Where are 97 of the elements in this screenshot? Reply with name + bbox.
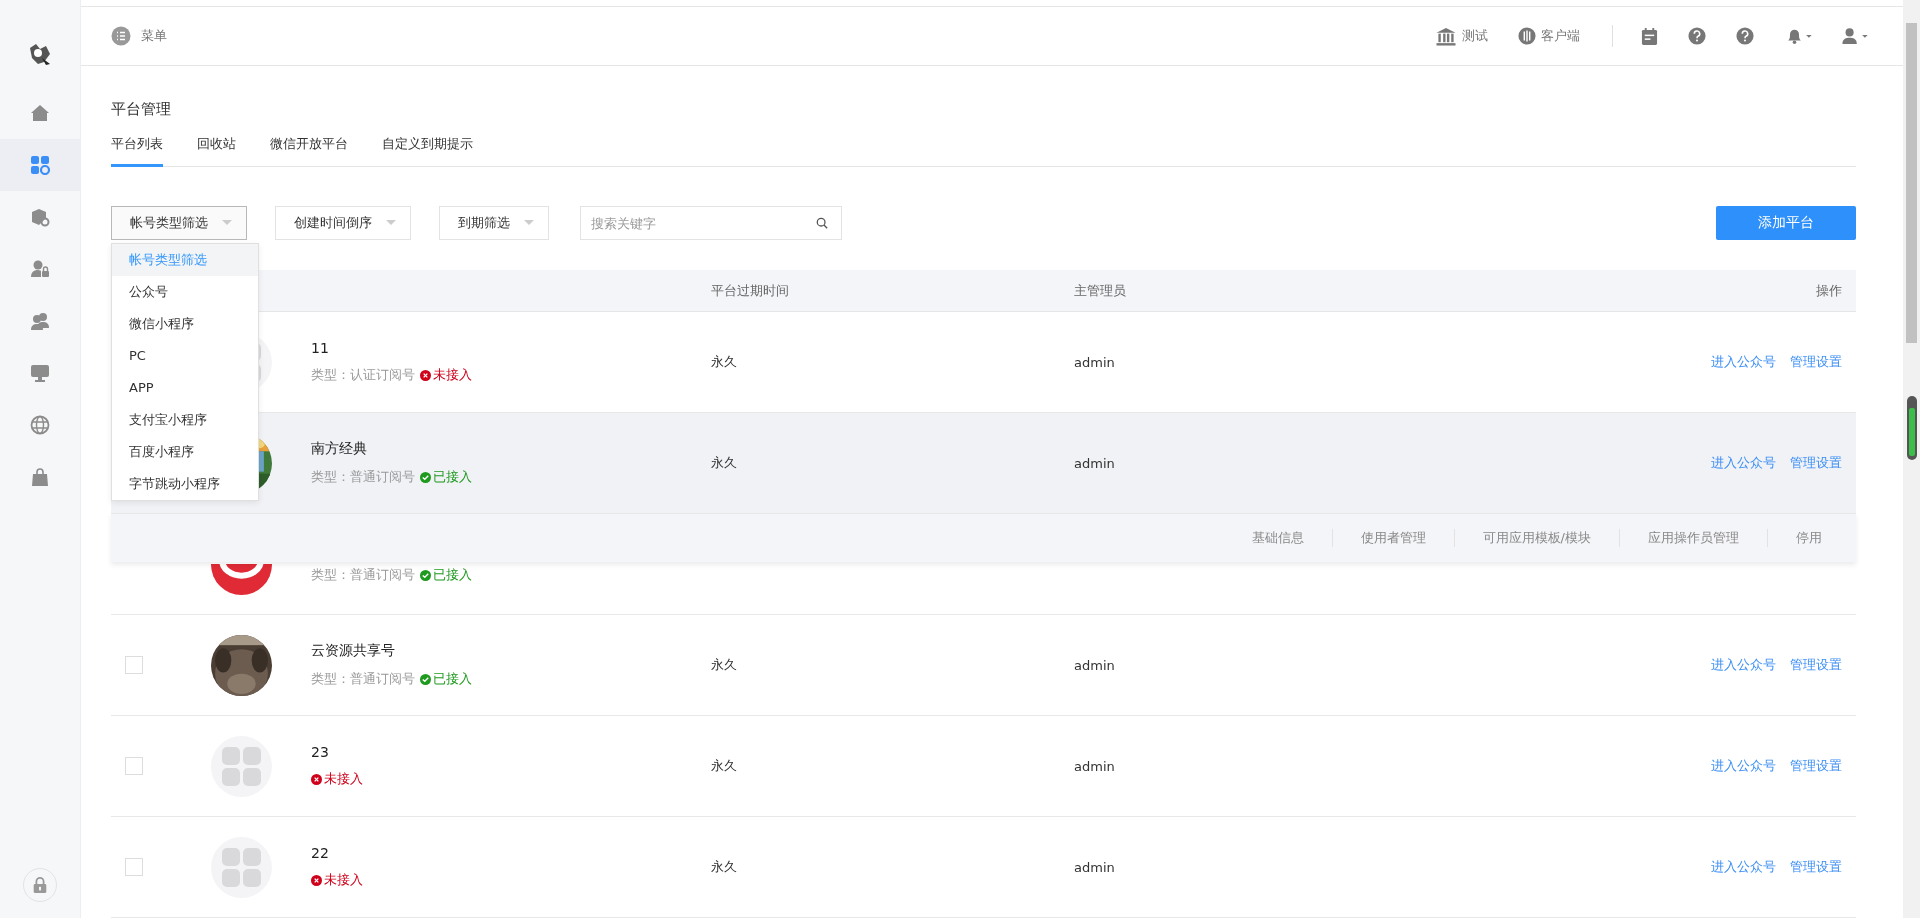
platform-type: 类型：认证订阅号 xyxy=(311,366,415,384)
table-cell: 永久 xyxy=(711,657,737,672)
monitor-icon xyxy=(30,363,50,383)
client-icon xyxy=(1518,27,1536,45)
action-link[interactable]: 进入公众号 xyxy=(1711,757,1776,775)
checkbox[interactable] xyxy=(125,858,143,876)
tab[interactable]: 微信开放平台 xyxy=(270,135,348,167)
user-icon[interactable] xyxy=(1840,27,1870,45)
connection-status: 已接入 xyxy=(420,670,472,688)
dropdown-option[interactable]: 公众号 xyxy=(112,276,258,308)
apps-gear-icon xyxy=(30,155,50,175)
connection-status: 未接入 xyxy=(420,366,472,384)
platform-name: 23 xyxy=(311,744,330,760)
table-cell: admin xyxy=(1074,354,1115,370)
globe-icon xyxy=(30,415,50,435)
caret-icon xyxy=(386,220,396,226)
table-cell: 永久 xyxy=(711,455,737,470)
action-link[interactable]: 管理设置 xyxy=(1790,353,1842,371)
home-icon xyxy=(30,103,50,123)
top-link[interactable]: 测试 xyxy=(1435,26,1488,46)
platform-name: 云资源共享号 xyxy=(311,642,396,660)
search-icon xyxy=(816,217,828,229)
error-icon xyxy=(420,369,431,381)
column-header: 操作 xyxy=(1816,281,1843,300)
table-cell: admin xyxy=(1074,455,1115,471)
lock-button[interactable] xyxy=(23,868,57,902)
check-icon xyxy=(420,569,431,581)
action-link[interactable]: 进入公众号 xyxy=(1711,858,1776,876)
menu-button[interactable]: 菜单 xyxy=(111,26,167,46)
search-field[interactable]: 搜索关键字 xyxy=(580,206,842,240)
scrollbar-thumb[interactable] xyxy=(1906,23,1917,343)
table-cell: admin xyxy=(1074,859,1115,875)
help-icon[interactable] xyxy=(1688,27,1706,45)
action-link[interactable]: 进入公众号 xyxy=(1711,454,1776,472)
dropdown-option[interactable]: 字节跳动小程序 xyxy=(112,468,258,500)
dropdown-option[interactable]: 百度小程序 xyxy=(112,436,258,468)
action-link[interactable]: 管理设置 xyxy=(1790,757,1842,775)
shopping-bag-icon xyxy=(30,467,50,487)
platform-name: 11 xyxy=(311,340,330,356)
row-action[interactable]: 使用者管理 xyxy=(1331,529,1454,547)
check-icon xyxy=(420,471,431,483)
help-icon[interactable] xyxy=(1736,27,1754,45)
connection-status: 已接入 xyxy=(420,566,472,584)
tab[interactable]: 平台列表 xyxy=(111,135,163,167)
user-lock-icon xyxy=(30,259,50,279)
calendar-icon[interactable] xyxy=(1641,26,1658,46)
connection-status: 已接入 xyxy=(420,468,472,486)
error-icon xyxy=(311,874,322,886)
row-action[interactable]: 停用 xyxy=(1767,529,1850,547)
connection-status: 未接入 xyxy=(311,871,363,889)
platform-name: 南方经典 xyxy=(311,440,368,458)
lock-icon xyxy=(31,876,49,894)
add-platform-button[interactable]: 添加平台 xyxy=(1716,206,1856,240)
filter-dropdown[interactable]: 帐号类型筛选 xyxy=(111,206,247,240)
action-link[interactable]: 管理设置 xyxy=(1790,858,1842,876)
action-link[interactable]: 进入公众号 xyxy=(1711,656,1776,674)
action-link[interactable]: 管理设置 xyxy=(1790,656,1842,674)
filter-dropdown[interactable]: 创建时间倒序 xyxy=(275,206,411,240)
table-cell: admin xyxy=(1074,758,1115,774)
row-action[interactable]: 应用操作员管理 xyxy=(1619,529,1767,547)
connection-status: 未接入 xyxy=(311,770,363,788)
platform-name: 22 xyxy=(311,845,330,861)
page-title: 平台管理 xyxy=(111,100,172,119)
box-gear-icon xyxy=(30,207,50,227)
dropdown-option[interactable]: 微信小程序 xyxy=(112,308,258,340)
checkbox[interactable] xyxy=(125,757,143,775)
action-link[interactable]: 管理设置 xyxy=(1790,454,1842,472)
dropdown-option[interactable]: APP xyxy=(112,372,258,404)
top-link[interactable]: 客户端 xyxy=(1518,27,1580,45)
platform-type: 类型：普通订阅号 xyxy=(311,468,415,486)
dropdown-option[interactable]: 帐号类型筛选 xyxy=(112,244,258,276)
table-cell: admin xyxy=(1074,657,1115,673)
column-header: 主管理员 xyxy=(1074,281,1127,300)
caret-icon xyxy=(222,220,232,226)
column-header: 平台过期时间 xyxy=(711,281,790,300)
sidebar-item[interactable] xyxy=(0,139,80,191)
checkbox[interactable] xyxy=(125,656,143,674)
action-link[interactable]: 进入公众号 xyxy=(1711,353,1776,371)
check-icon xyxy=(420,673,431,685)
bank-icon xyxy=(1435,26,1457,46)
dropdown-option[interactable]: 支付宝小程序 xyxy=(112,404,258,436)
row-action[interactable]: 可用应用模板/模块 xyxy=(1453,529,1619,547)
table-cell: 永久 xyxy=(711,758,737,773)
gauge-icon xyxy=(1907,396,1917,460)
platform-type: 类型：普通订阅号 xyxy=(311,566,415,584)
table-cell: 永久 xyxy=(711,859,737,874)
filter-dropdown[interactable]: 到期筛选 xyxy=(439,206,549,240)
users-icon xyxy=(30,311,50,331)
tab[interactable]: 自定义到期提示 xyxy=(382,135,473,167)
row-action[interactable]: 基础信息 xyxy=(1223,529,1332,547)
tab[interactable]: 回收站 xyxy=(197,135,236,167)
caret-icon xyxy=(524,220,534,226)
error-icon xyxy=(311,773,322,785)
scrollbar[interactable] xyxy=(1903,0,1920,918)
platform-type: 类型：普通订阅号 xyxy=(311,670,415,688)
table-cell: 永久 xyxy=(711,354,737,369)
menu-icon xyxy=(111,26,131,46)
